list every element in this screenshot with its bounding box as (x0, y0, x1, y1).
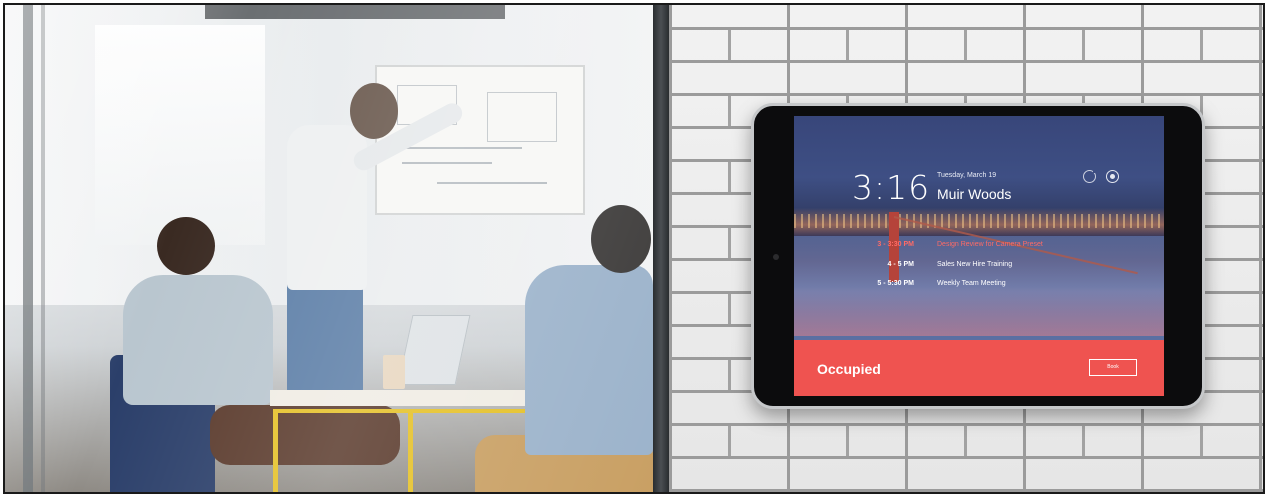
settings-icon[interactable] (1106, 170, 1119, 183)
meeting-room-photo (5, 5, 653, 492)
status-label: Occupied (817, 361, 881, 377)
clock-time: 3:16 (852, 168, 931, 207)
event-time: 4 - 5 PM (887, 261, 914, 268)
date-label: Tuesday, March 19 (937, 172, 997, 179)
camera-dot (773, 254, 779, 260)
room-name: Muir Woods (937, 186, 1012, 202)
glass-divider (653, 5, 669, 492)
refresh-icon[interactable] (1083, 169, 1097, 183)
room-booking-tablet: 3:16 Tuesday, March 19 Muir Woods 3 - 3:… (751, 103, 1205, 409)
event-time: 5 - 5:30 PM (877, 280, 914, 287)
event-time: 3 - 3:30 PM (877, 241, 914, 248)
event-title[interactable]: Weekly Team Meeting (937, 280, 1006, 287)
event-title[interactable]: Design Review for Camera Preset (937, 241, 1043, 248)
status-bar: Occupied Book (794, 340, 1164, 396)
tablet-screen: 3:16 Tuesday, March 19 Muir Woods 3 - 3:… (794, 116, 1164, 396)
event-title[interactable]: Sales New Hire Training (937, 261, 1012, 268)
book-button[interactable]: Book (1089, 359, 1137, 376)
hero-image: 3:16 Tuesday, March 19 Muir Woods 3 - 3:… (3, 3, 1265, 494)
